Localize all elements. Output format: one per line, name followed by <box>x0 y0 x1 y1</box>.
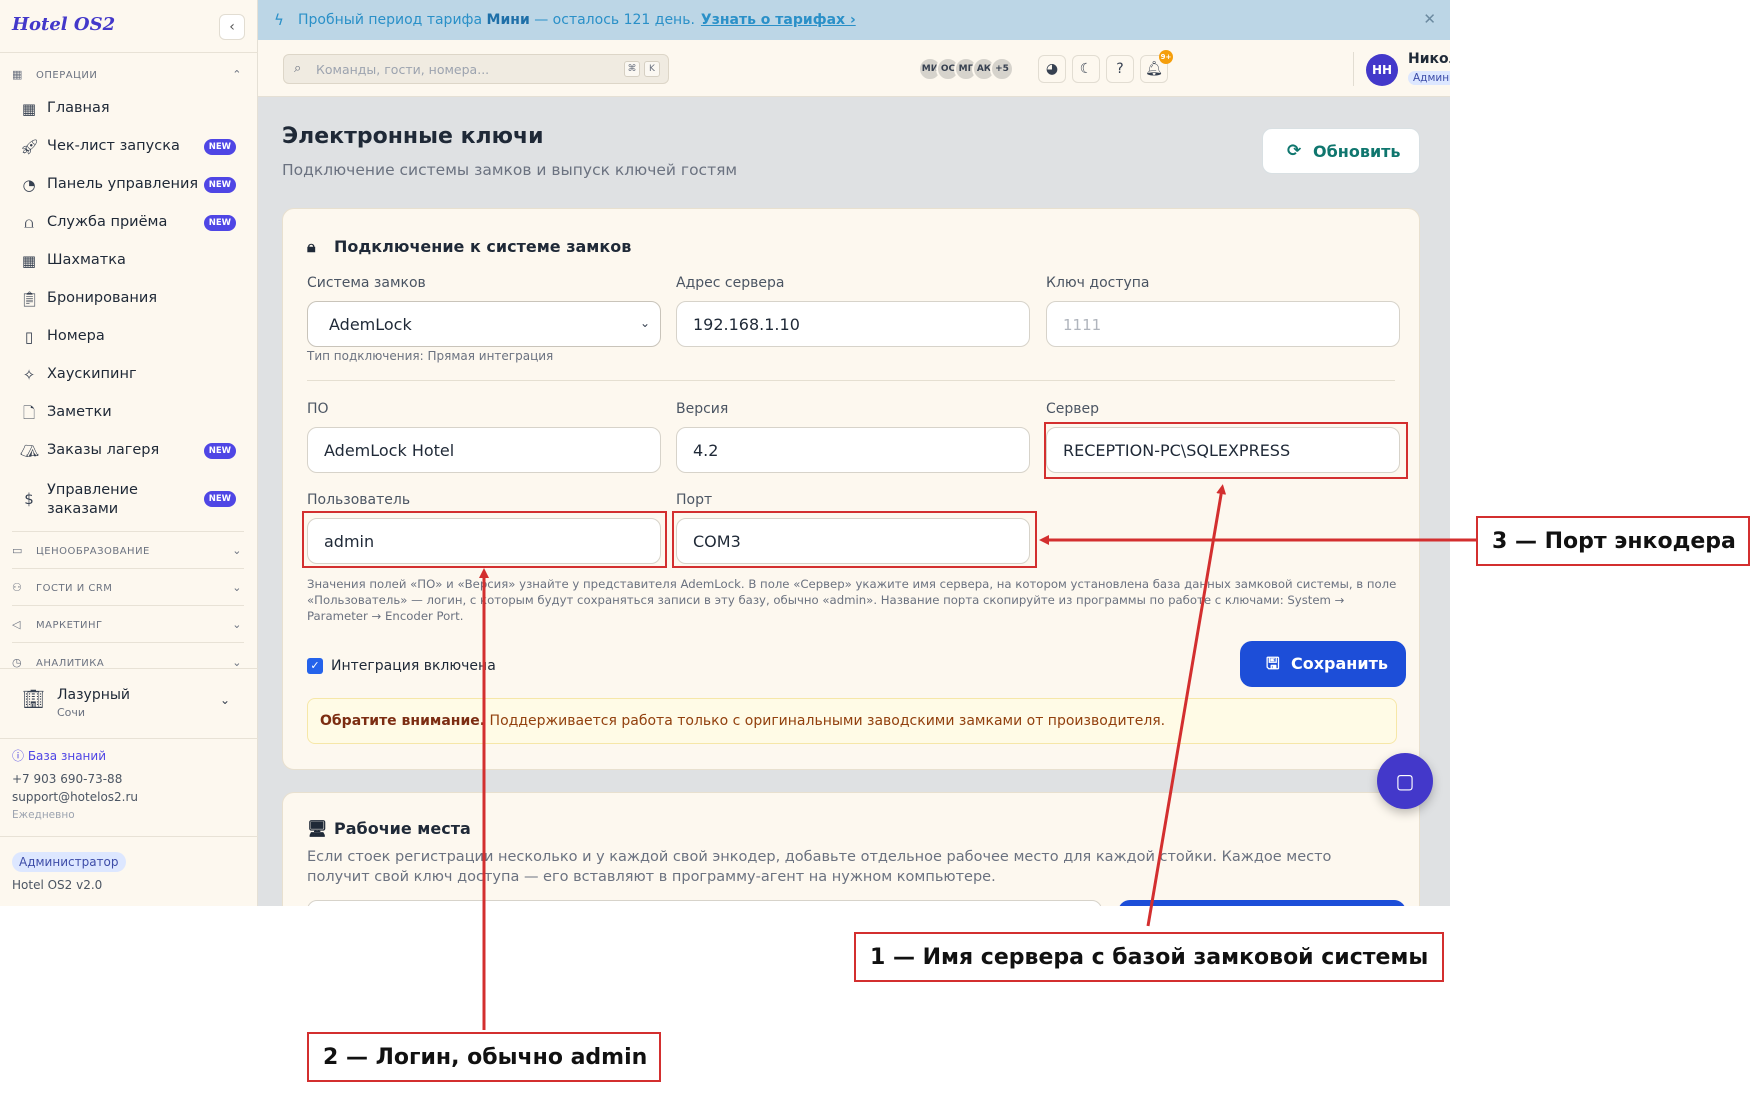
callout-server: 1 — Имя сервера с базой замковой системы <box>854 932 1444 982</box>
callout-port: 3 — Порт энкодера <box>1476 516 1750 566</box>
callout-user: 2 — Логин, обычно admin <box>307 1032 661 1082</box>
arrow-server <box>1146 484 1227 927</box>
